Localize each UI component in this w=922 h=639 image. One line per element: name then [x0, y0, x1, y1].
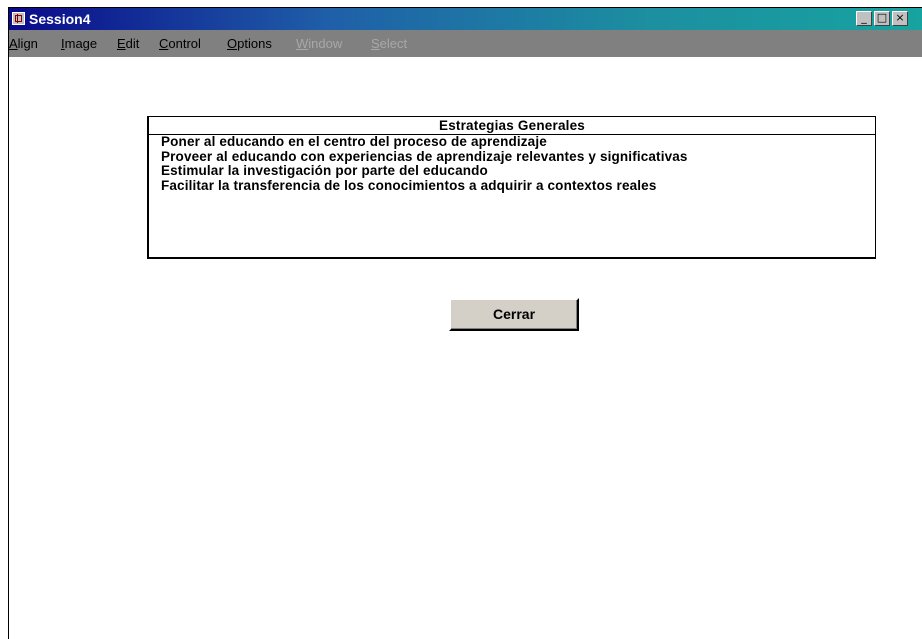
strategies-list[interactable]: Estrategias Generales Poner al educando …	[147, 116, 876, 259]
menu-edit[interactable]: Edit	[117, 37, 139, 51]
menu-select[interactable]: Select	[371, 37, 407, 51]
cerrar-button[interactable]: Cerrar	[449, 298, 579, 331]
menu-window[interactable]: Window	[296, 37, 342, 51]
strategy-item[interactable]: Proveer al educando con experiencias de …	[149, 149, 875, 165]
strategy-item[interactable]: Poner al educando en el centro del proce…	[149, 134, 875, 150]
menu-control[interactable]: Control	[159, 37, 201, 51]
maximize-button[interactable]: □	[874, 11, 890, 26]
title-bar[interactable]: Session4 _ □ ×	[9, 8, 922, 30]
strategy-item[interactable]: Facilitar la transferencia de los conoci…	[149, 178, 875, 194]
strategies-header: Estrategias Generales	[149, 117, 875, 135]
menu-image[interactable]: Image	[61, 37, 97, 51]
menu-options[interactable]: Options	[227, 37, 272, 51]
app-icon[interactable]	[12, 12, 25, 25]
minimize-button[interactable]: _	[856, 11, 872, 26]
menu-align[interactable]: Align	[9, 37, 38, 51]
session-window: Session4 _ □ × Align Image Edit Control …	[8, 7, 922, 639]
close-button[interactable]: ×	[892, 11, 908, 26]
strategy-item[interactable]: Estimular la investigación por parte del…	[149, 163, 875, 179]
menu-bar: Align Image Edit Control Options Window …	[9, 30, 922, 57]
window-title: Session4	[29, 11, 91, 27]
